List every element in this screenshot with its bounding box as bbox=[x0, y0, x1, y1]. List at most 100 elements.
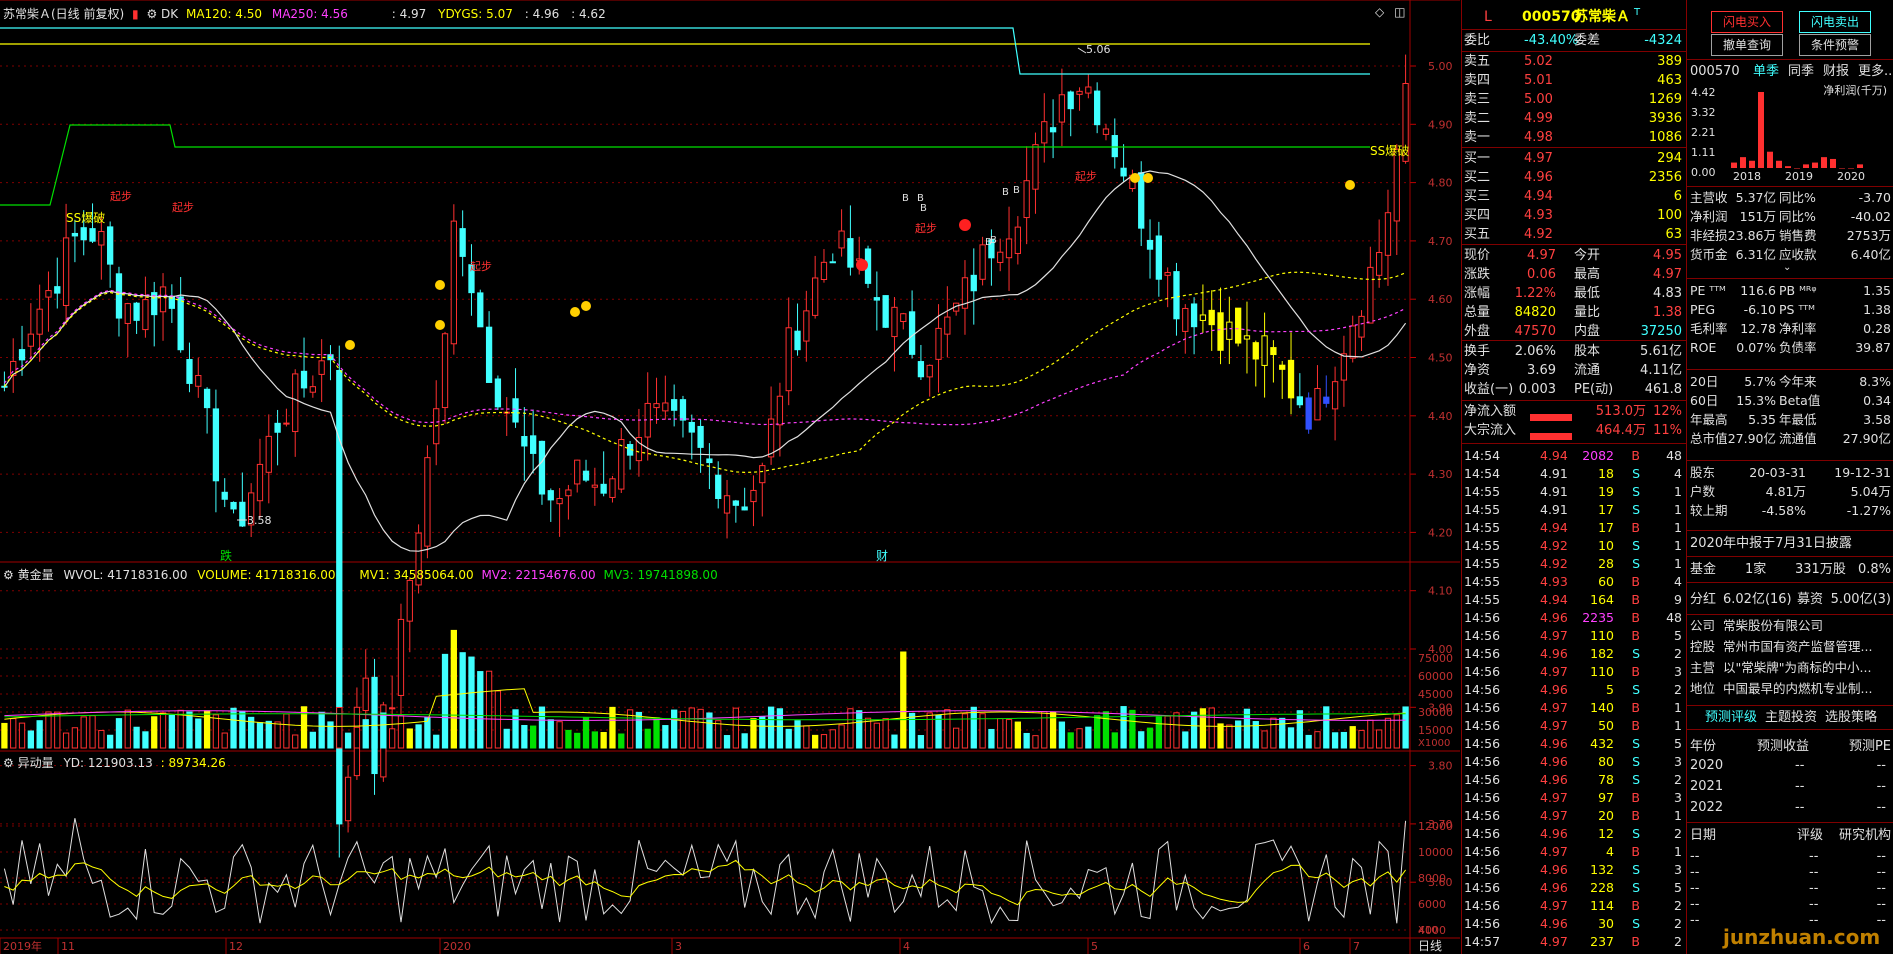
b-signal-label: B bbox=[920, 203, 927, 214]
candle-body bbox=[1252, 342, 1259, 360]
candle-body bbox=[926, 364, 933, 378]
condition-alert-button[interactable]: 条件预警 bbox=[1799, 34, 1871, 56]
volume-bar bbox=[1367, 719, 1374, 749]
tick-row: 14:56 4.97 140 B 1 bbox=[1462, 699, 1686, 717]
candle-body bbox=[1376, 252, 1383, 276]
candle-body bbox=[979, 244, 986, 280]
tick-count: 1 bbox=[1674, 538, 1682, 553]
candle-body bbox=[1270, 347, 1277, 356]
bid-label: 买二 bbox=[1464, 170, 1491, 185]
tab-more[interactable]: 更多.. bbox=[1858, 63, 1892, 81]
stat-value: 37250 bbox=[1640, 324, 1682, 339]
tab-report[interactable]: 财报 bbox=[1823, 63, 1849, 81]
volume-bar bbox=[891, 734, 898, 749]
tick-time: 14:56 bbox=[1464, 754, 1501, 769]
tick-price: 4.96 bbox=[1540, 772, 1568, 787]
money-bag-icon bbox=[581, 301, 591, 311]
fund-row: 基金 1家 331万股 0.8% bbox=[1687, 561, 1893, 579]
tick-volume: 50 bbox=[1598, 718, 1614, 733]
tab-quarter[interactable]: 单季 bbox=[1753, 63, 1779, 81]
tick-time: 14:56 bbox=[1464, 862, 1501, 877]
stock-name[interactable]: 苏常柴Ａ bbox=[1574, 8, 1630, 26]
tick-count: 3 bbox=[1674, 790, 1682, 805]
kline-canvas[interactable]: 5.00 4.90 4.80 4.70 4.60 4.50 4.40 4.30 4.20 4.10… bbox=[0, 0, 1460, 954]
holder-b: 5.04万 bbox=[1850, 484, 1891, 499]
tick-row: 14:55 4.94 164 B 9 bbox=[1462, 591, 1686, 609]
tick-volume: 78 bbox=[1598, 772, 1614, 787]
tick-price: 4.97 bbox=[1540, 700, 1568, 715]
tick-volume: 80 bbox=[1598, 754, 1614, 769]
price-axis-label: 4.60 bbox=[1428, 293, 1453, 306]
tab-forecast-rating[interactable]: 预测评级 bbox=[1705, 709, 1757, 727]
tick-time: 14:56 bbox=[1464, 646, 1501, 661]
rating-header: 日期 评级 研究机构 bbox=[1687, 827, 1893, 845]
stat-value: 4.83 bbox=[1653, 286, 1682, 301]
tick-time: 14:56 bbox=[1464, 790, 1501, 805]
settings-gear-icon[interactable]: ⚙ bbox=[146, 7, 157, 21]
candle-body bbox=[1058, 94, 1066, 123]
tick-volume: 30 bbox=[1598, 916, 1614, 931]
candle-body bbox=[785, 327, 792, 392]
forecast-year: 2020 bbox=[1690, 758, 1724, 773]
volume-bar bbox=[485, 670, 493, 749]
tab-code[interactable]: 000570 bbox=[1690, 63, 1740, 81]
holder-a: -4.58% bbox=[1761, 503, 1806, 518]
tick-row: 14:56 4.96 5 S 2 bbox=[1462, 681, 1686, 699]
volume-bar bbox=[970, 706, 977, 749]
money-bag-icon bbox=[345, 340, 355, 350]
flash-buy-button[interactable]: 闪电买入 bbox=[1711, 11, 1783, 33]
tick-price: 4.96 bbox=[1540, 682, 1568, 697]
tick-count: 5 bbox=[1674, 628, 1682, 643]
tab-same-quarter[interactable]: 同季 bbox=[1788, 63, 1814, 81]
tick-side: S bbox=[1632, 754, 1640, 769]
order-query-button[interactable]: 撤单查询 bbox=[1711, 34, 1783, 56]
high-mark-line bbox=[1077, 47, 1087, 54]
perf-row-label: 总市值 bbox=[1690, 431, 1728, 446]
volume-axis-label: 45000 bbox=[1418, 688, 1453, 701]
diamond-icon[interactable]: ◇ bbox=[1375, 5, 1384, 19]
volume-bar bbox=[1164, 715, 1171, 749]
stock-code[interactable]: 000570 bbox=[1522, 8, 1580, 26]
tab-stock-strategy[interactable]: 选股策略 bbox=[1825, 709, 1877, 727]
volume-bar bbox=[750, 718, 757, 749]
volume-bar bbox=[107, 734, 114, 749]
tick-volume: 10 bbox=[1598, 538, 1614, 553]
volume-bar bbox=[327, 721, 334, 749]
tick-row: 14:56 4.97 114 B 2 bbox=[1462, 897, 1686, 915]
perf-row-value: 0.34 bbox=[1863, 393, 1891, 408]
tick-time: 14:56 bbox=[1464, 898, 1501, 913]
value-1: : 4.97 bbox=[391, 7, 427, 21]
candle-body bbox=[1235, 307, 1242, 344]
ask-volume: 1269 bbox=[1648, 92, 1682, 107]
val-row-label: PE ᵀᵀᴹ bbox=[1690, 283, 1726, 298]
tick-count: 1 bbox=[1674, 502, 1682, 517]
red-signal-icon bbox=[856, 259, 868, 271]
tick-time: 14:55 bbox=[1464, 592, 1501, 607]
volume-bar bbox=[1314, 731, 1321, 749]
volume-bar bbox=[1085, 726, 1092, 749]
volume-bar bbox=[292, 734, 299, 749]
candle-body bbox=[36, 308, 43, 335]
forecast-pe-head: 预测PE bbox=[1848, 739, 1891, 754]
tick-count: 3 bbox=[1674, 862, 1682, 877]
tick-volume: 2235 bbox=[1582, 610, 1614, 625]
kline-chart-area[interactable]: 5.00 4.90 4.80 4.70 4.60 4.50 4.40 4.30 4.20 4.10… bbox=[0, 0, 1460, 954]
tick-count: 1 bbox=[1674, 556, 1682, 571]
volume-bar bbox=[468, 656, 475, 749]
flash-sell-button[interactable]: 闪电卖出 bbox=[1799, 11, 1871, 33]
tick-row: 14:56 4.96 12 S 2 bbox=[1462, 825, 1686, 843]
ydl-settings-icon[interactable]: ⚙ bbox=[3, 756, 14, 770]
tick-side: B bbox=[1631, 700, 1640, 715]
perf-row-value: 5.35 bbox=[1748, 412, 1776, 427]
candle-body bbox=[1331, 381, 1339, 410]
tick-count: 1 bbox=[1674, 700, 1682, 715]
volume-bar bbox=[256, 722, 264, 749]
volume-bar bbox=[1146, 727, 1154, 749]
b-signal-label: B bbox=[990, 235, 997, 246]
ask-volume: 463 bbox=[1657, 73, 1682, 88]
tab-theme-invest[interactable]: 主题投资 bbox=[1765, 709, 1817, 727]
volume-settings-icon[interactable]: ⚙ bbox=[3, 568, 14, 582]
window-toggle-icon[interactable]: ◫ bbox=[1394, 5, 1405, 19]
tick-side: S bbox=[1632, 826, 1640, 841]
val-row-label: PS ᵀᵀᴹ bbox=[1779, 302, 1815, 317]
